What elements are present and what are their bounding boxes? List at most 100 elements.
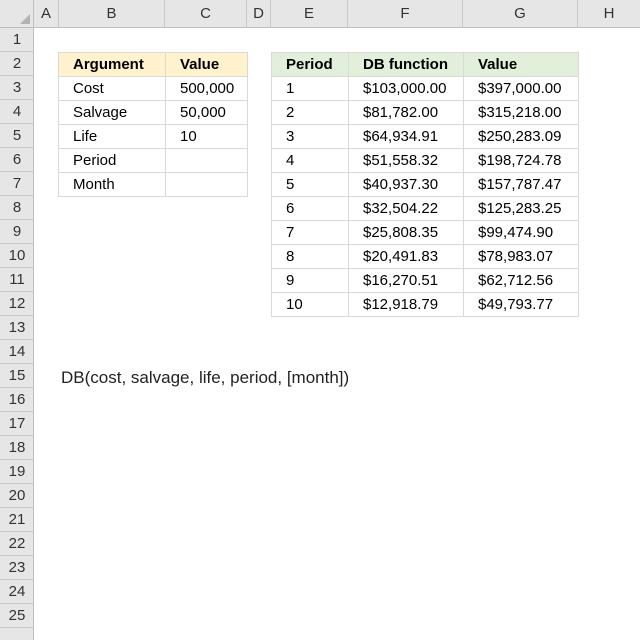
cell-db-function[interactable]: $25,808.35 — [348, 220, 464, 245]
cell-db-function[interactable]: $16,270.51 — [348, 268, 464, 293]
cell-value[interactable]: $99,474.90 — [463, 220, 579, 245]
row-header-7[interactable]: 7 — [0, 172, 34, 196]
cell-period[interactable]: 6 — [271, 196, 349, 221]
cell-value[interactable] — [165, 172, 248, 197]
row-header-6[interactable]: 6 — [0, 148, 34, 172]
table-row: 5 $40,937.30 $157,787.47 — [271, 172, 579, 197]
column-header-a[interactable]: A — [34, 0, 59, 28]
cell-value[interactable]: $62,712.56 — [463, 268, 579, 293]
row-header-16[interactable]: 16 — [0, 388, 34, 412]
row-header-25[interactable]: 25 — [0, 604, 34, 628]
row-header-21[interactable]: 21 — [0, 508, 34, 532]
cell-period[interactable]: 5 — [271, 172, 349, 197]
row-header-23[interactable]: 23 — [0, 556, 34, 580]
cell-period[interactable]: 9 — [271, 268, 349, 293]
row-header-19[interactable]: 19 — [0, 460, 34, 484]
row-header-4[interactable]: 4 — [0, 100, 34, 124]
cell-value[interactable]: $78,983.07 — [463, 244, 579, 269]
row-header-17[interactable]: 17 — [0, 412, 34, 436]
cell-period[interactable]: 1 — [271, 76, 349, 101]
table-row: Month — [58, 172, 248, 197]
cell-db-function[interactable]: $12,918.79 — [348, 292, 464, 317]
cell-argument[interactable]: Cost — [58, 76, 166, 101]
cell-db-function[interactable]: $64,934.91 — [348, 124, 464, 149]
select-all-triangle-icon — [20, 14, 30, 24]
cell-argument[interactable]: Month — [58, 172, 166, 197]
cell-period[interactable]: 4 — [271, 148, 349, 173]
cell-value[interactable]: 50,000 — [165, 100, 248, 125]
column-header-c[interactable]: C — [165, 0, 247, 28]
cell-period[interactable]: 10 — [271, 292, 349, 317]
period-header-row: Period DB function Value — [271, 52, 579, 77]
arguments-header-argument[interactable]: Argument — [58, 52, 166, 77]
table-row: 1 $103,000.00 $397,000.00 — [271, 76, 579, 101]
row-header-1[interactable]: 1 — [0, 28, 34, 52]
period-header-period[interactable]: Period — [271, 52, 349, 77]
table-row: Period — [58, 148, 248, 173]
row-header-15[interactable]: 15 — [0, 364, 34, 388]
table-row: 6 $32,504.22 $125,283.25 — [271, 196, 579, 221]
spreadsheet: A B C D E F G H 1 2 3 4 5 6 7 8 9 10 11 12 13 14 15 16 1… — [0, 0, 640, 640]
arguments-header-value[interactable]: Value — [165, 52, 248, 77]
column-header-bar: A B C D E F G H — [34, 0, 640, 28]
arguments-header-row: Argument Value — [58, 52, 248, 77]
period-table: Period DB function Value 1 $103,000.00 $39… — [271, 52, 579, 317]
table-row: Cost 500,000 — [58, 76, 248, 101]
column-header-d[interactable]: D — [247, 0, 271, 28]
cell-value[interactable]: $157,787.47 — [463, 172, 579, 197]
period-header-value[interactable]: Value — [463, 52, 579, 77]
cell-db-function[interactable]: $103,000.00 — [348, 76, 464, 101]
cell-value[interactable]: $49,793.77 — [463, 292, 579, 317]
cell-db-function[interactable]: $20,491.83 — [348, 244, 464, 269]
cell-db-function[interactable]: $51,558.32 — [348, 148, 464, 173]
row-header-12[interactable]: 12 — [0, 292, 34, 316]
row-header-10[interactable]: 10 — [0, 244, 34, 268]
row-header-2[interactable]: 2 — [0, 52, 34, 76]
table-row: Salvage 50,000 — [58, 100, 248, 125]
cell-period[interactable]: 3 — [271, 124, 349, 149]
row-header-8[interactable]: 8 — [0, 196, 34, 220]
column-header-f[interactable]: F — [348, 0, 463, 28]
row-header-20[interactable]: 20 — [0, 484, 34, 508]
column-header-h[interactable]: H — [578, 0, 640, 28]
cell-value[interactable]: $125,283.25 — [463, 196, 579, 221]
row-header-13[interactable]: 13 — [0, 316, 34, 340]
cell-value[interactable]: $315,218.00 — [463, 100, 579, 125]
select-all-corner[interactable] — [0, 0, 34, 28]
table-row: 4 $51,558.32 $198,724.78 — [271, 148, 579, 173]
row-header-9[interactable]: 9 — [0, 220, 34, 244]
period-header-db-function[interactable]: DB function — [348, 52, 464, 77]
cell-argument[interactable]: Period — [58, 148, 166, 173]
cell-period[interactable]: 8 — [271, 244, 349, 269]
column-header-b[interactable]: B — [59, 0, 165, 28]
cell-value[interactable]: 10 — [165, 124, 248, 149]
row-header-5[interactable]: 5 — [0, 124, 34, 148]
cell-value[interactable]: 500,000 — [165, 76, 248, 101]
row-header-18[interactable]: 18 — [0, 436, 34, 460]
formula-syntax-text[interactable]: DB(cost, salvage, life, period, [month]) — [61, 368, 349, 388]
column-header-e[interactable]: E — [271, 0, 348, 28]
cell-db-function[interactable]: $32,504.22 — [348, 196, 464, 221]
cell-db-function[interactable]: $81,782.00 — [348, 100, 464, 125]
cell-argument[interactable]: Salvage — [58, 100, 166, 125]
table-row: 9 $16,270.51 $62,712.56 — [271, 268, 579, 293]
cell-argument[interactable]: Life — [58, 124, 166, 149]
row-header-14[interactable]: 14 — [0, 340, 34, 364]
cell-value[interactable]: $250,283.09 — [463, 124, 579, 149]
cell-value[interactable]: $198,724.78 — [463, 148, 579, 173]
row-header-22[interactable]: 22 — [0, 532, 34, 556]
table-row: 10 $12,918.79 $49,793.77 — [271, 292, 579, 317]
table-row: 2 $81,782.00 $315,218.00 — [271, 100, 579, 125]
cell-grid[interactable]: Argument Value Cost 500,000 Salvage 50,0… — [34, 28, 640, 640]
cell-value[interactable] — [165, 148, 248, 173]
cell-value[interactable]: $397,000.00 — [463, 76, 579, 101]
column-header-g[interactable]: G — [463, 0, 578, 28]
row-header-3[interactable]: 3 — [0, 76, 34, 100]
row-header-bar: 1 2 3 4 5 6 7 8 9 10 11 12 13 14 15 16 17 18 19 20 21 22 23 24 2… — [0, 28, 34, 640]
row-header-24[interactable]: 24 — [0, 580, 34, 604]
cell-period[interactable]: 7 — [271, 220, 349, 245]
row-header-11[interactable]: 11 — [0, 268, 34, 292]
cell-period[interactable]: 2 — [271, 100, 349, 125]
cell-db-function[interactable]: $40,937.30 — [348, 172, 464, 197]
table-row: Life 10 — [58, 124, 248, 149]
